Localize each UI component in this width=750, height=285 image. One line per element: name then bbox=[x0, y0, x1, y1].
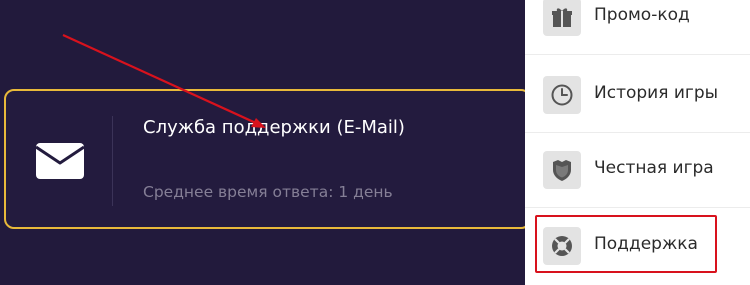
menu-item-support[interactable]: Поддержка bbox=[525, 209, 750, 284]
menu-item-label: История игры bbox=[594, 83, 719, 103]
side-menu: Промо-код История игры Честная игра Подд… bbox=[525, 0, 750, 285]
envelope-icon bbox=[35, 143, 85, 179]
menu-item-fair-play[interactable]: Честная игра bbox=[525, 133, 750, 208]
lifebuoy-icon bbox=[543, 227, 581, 265]
page: Служба поддержки (E-Mail) Среднее время … bbox=[0, 0, 750, 285]
card-divider bbox=[112, 116, 113, 206]
shield-icon bbox=[543, 151, 581, 189]
menu-item-game-history[interactable]: История игры bbox=[525, 58, 750, 133]
clock-icon bbox=[543, 76, 581, 114]
menu-item-label: Промо-код bbox=[594, 5, 690, 25]
support-card-title: Служба поддержки (E-Mail) bbox=[143, 117, 405, 138]
menu-item-label: Честная игра bbox=[594, 158, 714, 178]
gift-icon bbox=[543, 0, 581, 36]
support-email-card[interactable]: Служба поддержки (E-Mail) Среднее время … bbox=[4, 89, 531, 229]
support-card-response-time: Среднее время ответа: 1 день bbox=[143, 183, 393, 201]
menu-item-label: Поддержка bbox=[594, 234, 698, 254]
menu-item-promo-code[interactable]: Промо-код bbox=[525, 0, 750, 55]
